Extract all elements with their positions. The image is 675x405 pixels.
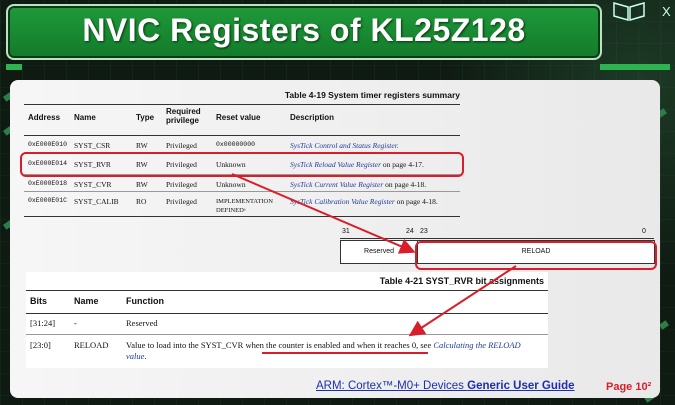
arrow-to-reload-field [231, 173, 416, 254]
annotation-arrows [231, 173, 517, 337]
page-number: Page 10² [606, 381, 652, 393]
user-guide-link[interactable]: ARM: Cortex™-M0+ Devices Generic User Gu… [316, 380, 575, 392]
arrow-to-reload-row [408, 265, 517, 337]
